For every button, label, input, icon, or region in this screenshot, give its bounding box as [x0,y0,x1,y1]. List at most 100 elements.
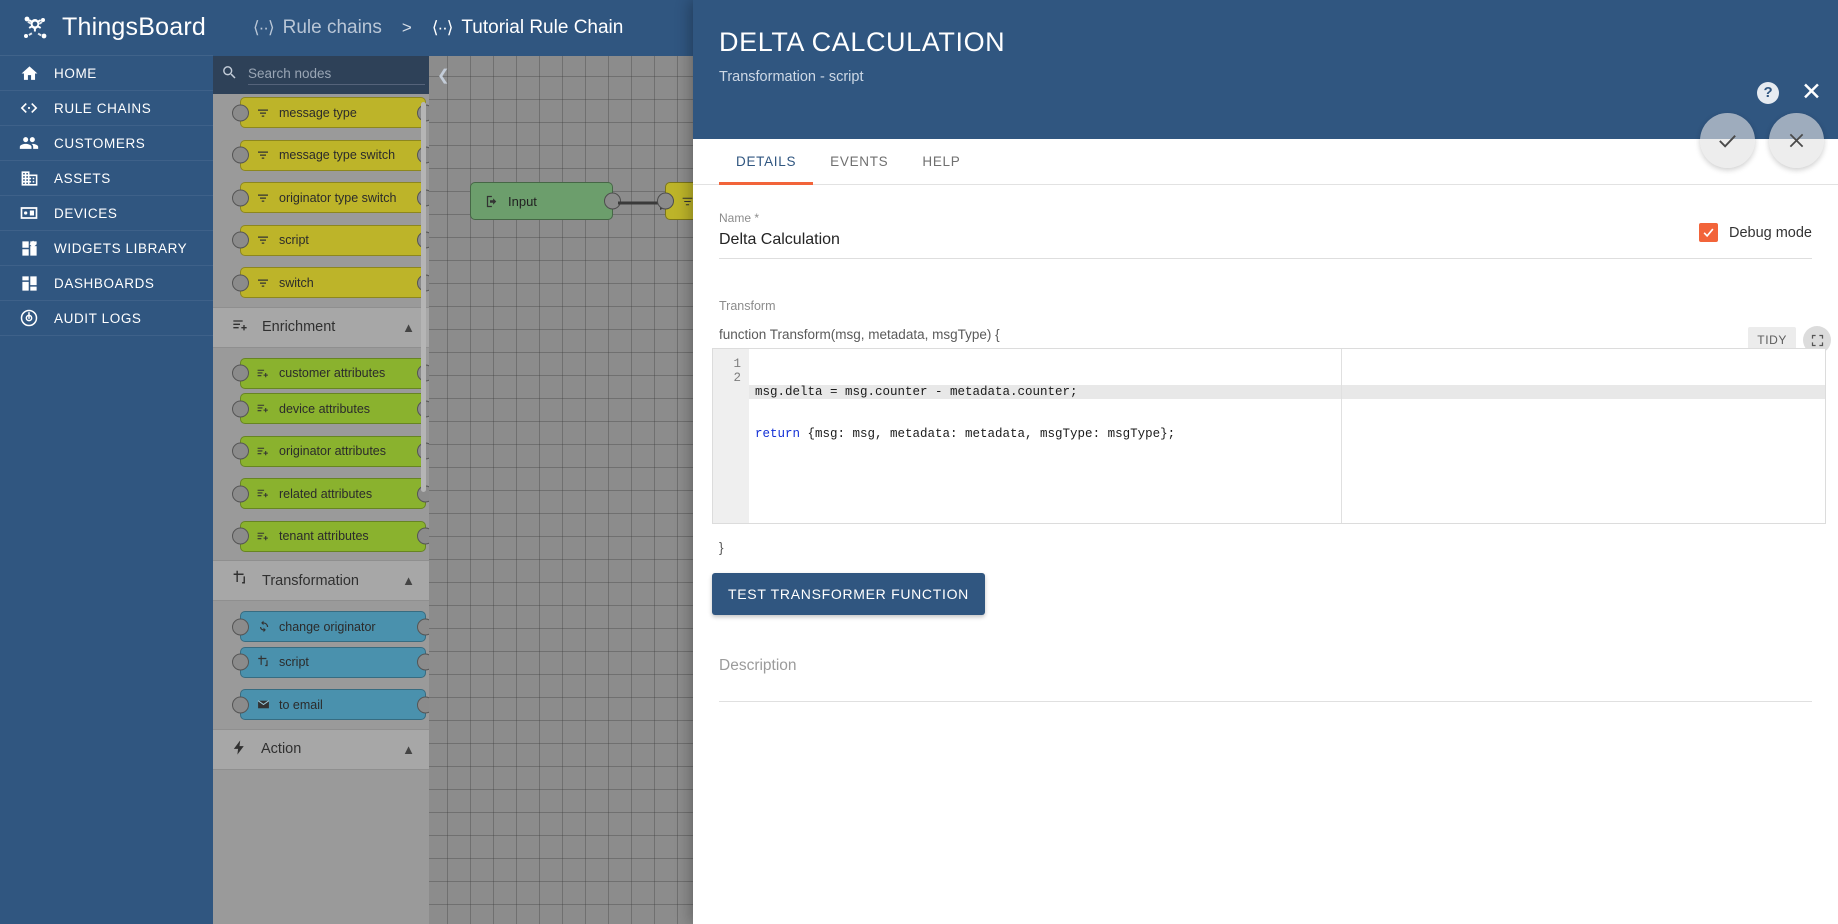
palette-scroll-body[interactable]: message type message type switch origina… [213,94,429,924]
chevron-up-icon: ▲ [402,742,415,757]
palette-group-label: Transformation [262,573,359,589]
code-text: msg.delta = msg.counter - metadata.count… [755,385,1078,399]
palette-node-originator-attributes[interactable]: originator attributes [240,436,426,467]
breadcrumb-label: Tutorial Rule Chain [461,17,623,39]
description-input[interactable] [719,657,1812,702]
input-icon [485,195,500,208]
palette-node-message-type[interactable]: message type [240,97,426,128]
code-keyword: return [755,427,800,441]
palette-node-originator-type-switch[interactable]: originator type switch [240,182,426,213]
closing-brace: } [719,540,1838,555]
palette-node-related-attributes[interactable]: related attributes [240,478,426,509]
node-output-port [417,654,429,671]
palette-group-action[interactable]: Action ▲ [213,729,429,770]
code-line-1: msg.delta = msg.counter - metadata.count… [749,385,1825,399]
palette-node-label: originator type switch [279,191,396,205]
tab-events[interactable]: EVENTS [813,139,905,184]
palette-node-customer-attributes[interactable]: customer attributes [240,358,426,389]
customers-icon [18,132,40,154]
palette-node-label: script [279,233,309,247]
palette-node-label: change originator [279,620,376,634]
breadcrumb-item-rule-chains[interactable]: ⟨··⟩ Rule chains [253,17,382,39]
rule-chain-icon: ⟨··⟩ [432,18,453,38]
node-details-panel: DELTA CALCULATION Transformation - scrip… [693,0,1838,924]
filter-icon [256,106,271,119]
tab-help[interactable]: HELP [905,139,977,184]
tab-details[interactable]: DETAILS [719,139,813,184]
sidebar-item-widgets-library[interactable]: WIDGETS LIBRARY [0,231,213,266]
palette-node-row: tenant attributes [213,518,429,561]
search-icon [221,64,238,86]
header-actions: ? ✕ [1757,80,1822,105]
search-nodes-input[interactable] [248,66,425,85]
palette-group-transformation[interactable]: Transformation ▲ [213,560,429,601]
palette-node-label: message type [279,106,357,120]
palette-node-to-email[interactable]: to email [240,689,426,720]
palette-node-script-filter[interactable]: script [240,225,426,256]
palette-group-label: Action [261,741,301,757]
palette-node-tenant-attributes[interactable]: tenant attributes [240,521,426,552]
email-icon [256,698,271,711]
sidebar-item-label: CUSTOMERS [54,136,145,151]
transform-icon [256,656,271,669]
filter-icon [256,149,271,162]
flow-node-input-port[interactable] [657,193,674,210]
palette-node-row: switch [213,264,429,307]
palette-node-label: switch [279,276,314,290]
node-input-port [232,104,249,121]
home-icon [18,62,40,84]
chevron-left-icon[interactable]: ❮ [435,66,452,84]
name-field-group: Name * Debug mode [693,211,1838,259]
palette-node-switch[interactable]: switch [240,267,426,298]
palette-node-device-attributes[interactable]: device attributes [240,393,426,424]
debug-mode-toggle[interactable]: Debug mode [1699,223,1812,242]
sidebar-item-rule-chains[interactable]: RULE CHAINS [0,91,213,126]
debug-mode-checkbox[interactable] [1699,223,1718,242]
cancel-changes-button[interactable] [1769,113,1824,168]
sidebar-item-devices[interactable]: DEVICES [0,196,213,231]
palette-node-row: related attributes [213,475,429,518]
breadcrumb-item-tutorial-rule-chain[interactable]: ⟨··⟩ Tutorial Rule Chain [432,17,624,39]
name-field-label: Name * [719,211,1812,225]
script-code-editor[interactable]: 1 2 msg.delta = msg.counter - metadata.c… [712,348,1826,524]
palette-node-message-type-switch[interactable]: message type switch [240,140,426,171]
close-icon[interactable]: ✕ [1801,80,1822,105]
node-input-port [232,365,249,382]
tab-label: DETAILS [736,154,796,169]
chevron-up-icon: ▲ [402,320,415,335]
palette-node-row: originator attributes [213,433,429,476]
palette-node-row: message type switch [213,137,429,180]
palette-search-bar: ❮ [213,56,429,94]
palette-node-change-originator[interactable]: change originator [240,611,426,642]
editor-wrap-guide [1341,349,1342,523]
editor-code-area[interactable]: msg.delta = msg.counter - metadata.count… [749,349,1825,523]
sidebar-item-home[interactable]: HOME [0,56,213,91]
sidebar-item-audit-logs[interactable]: AUDIT LOGS [0,301,213,336]
sidebar-item-dashboards[interactable]: DASHBOARDS [0,266,213,301]
sidebar-item-assets[interactable]: ASSETS [0,161,213,196]
flow-node-input[interactable]: Input [470,182,613,220]
details-header: DELTA CALCULATION Transformation - scrip… [693,0,1838,139]
sidebar-item-label: HOME [54,66,97,81]
palette-group-enrichment[interactable]: Enrichment ▲ [213,307,429,348]
rule-chains-icon [18,97,40,119]
help-icon[interactable]: ? [1757,82,1779,104]
name-input[interactable] [719,231,1812,259]
filter-icon [256,191,271,204]
test-transformer-function-button[interactable]: TEST TRANSFORMER FUNCTION [712,573,985,615]
code-text: {msg: msg, metadata: metadata, msgType: … [800,427,1175,441]
palette-node-script-transform[interactable]: script [240,647,426,678]
enrichment-icon [256,445,271,458]
palette-node-row: message type [213,94,429,137]
code-line-2: return {msg: msg, metadata: metadata, ms… [749,427,1825,441]
sidebar-item-customers[interactable]: CUSTOMERS [0,126,213,161]
enrichment-icon [256,530,271,543]
filter-icon [256,234,271,247]
thingsboard-app: ThingsBoard HOME RULE CHAINS CUSTOMERS [0,0,1838,924]
palette-node-label: message type switch [279,148,395,162]
sidebar-item-label: RULE CHAINS [54,101,151,116]
palette-scrollbar[interactable] [421,102,426,492]
apply-changes-button[interactable] [1700,113,1755,168]
chevron-up-icon: ▲ [402,573,415,588]
rule-chain-icon: ⟨··⟩ [253,18,274,38]
